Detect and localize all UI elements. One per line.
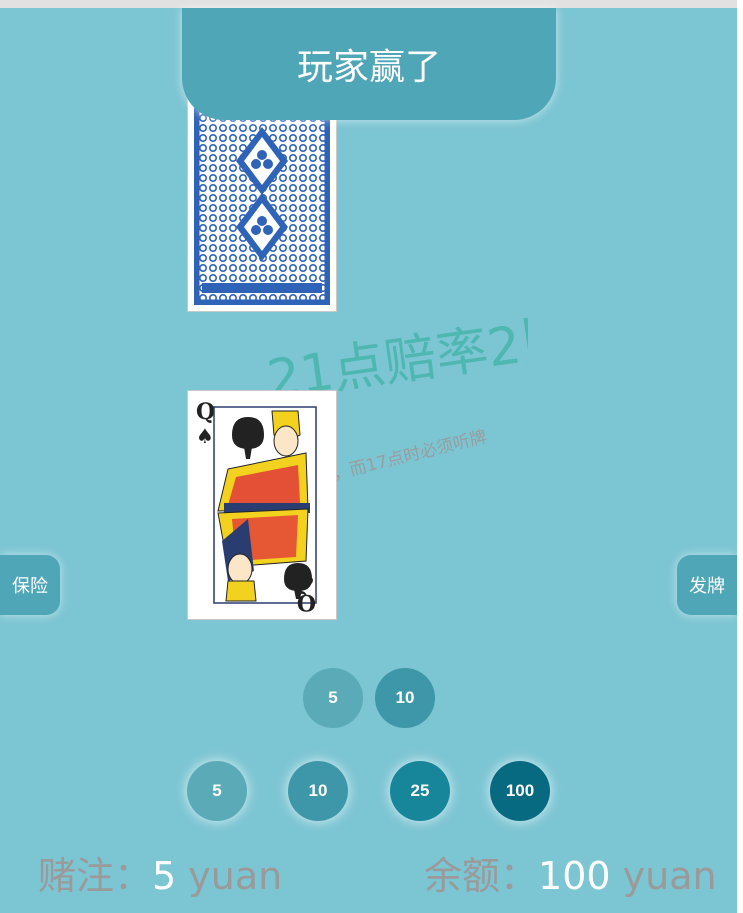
bet-display: 赌注：5 yuan [38, 845, 282, 900]
bet-label: 赌注： [38, 854, 153, 898]
insurance-button[interactable]: 保险 [0, 555, 60, 615]
svg-text:Q: Q [297, 589, 316, 615]
bet-value: 5 [152, 854, 177, 898]
card-suit-top: ♠ [196, 424, 214, 448]
chip-100[interactable]: 100 [490, 761, 550, 821]
browser-top-edge [0, 0, 743, 8]
page-scroll-edge [737, 0, 743, 913]
chip-25[interactable]: 25 [390, 761, 450, 821]
game-result-banner: 玩家赢了 [182, 8, 556, 120]
queen-card-face: Q ♠ ♠ Q [196, 399, 317, 615]
placed-chip-5[interactable]: 5 [303, 668, 363, 728]
balance-label: 余额： [424, 854, 539, 898]
balance-value: 100 [538, 854, 611, 898]
player-card-queen-of-spades: Q ♠ ♠ Q [187, 390, 337, 620]
bet-unit: yuan [176, 854, 283, 898]
placed-chip-10[interactable]: 10 [375, 668, 435, 728]
chip-5[interactable]: 5 [187, 761, 247, 821]
balance-unit: yuan [610, 854, 717, 898]
chip-10[interactable]: 10 [288, 761, 348, 821]
deal-button[interactable]: 发牌 [677, 555, 737, 615]
balance-display: 余额：100 yuan [424, 845, 717, 900]
card-rank-top: Q [196, 399, 215, 425]
